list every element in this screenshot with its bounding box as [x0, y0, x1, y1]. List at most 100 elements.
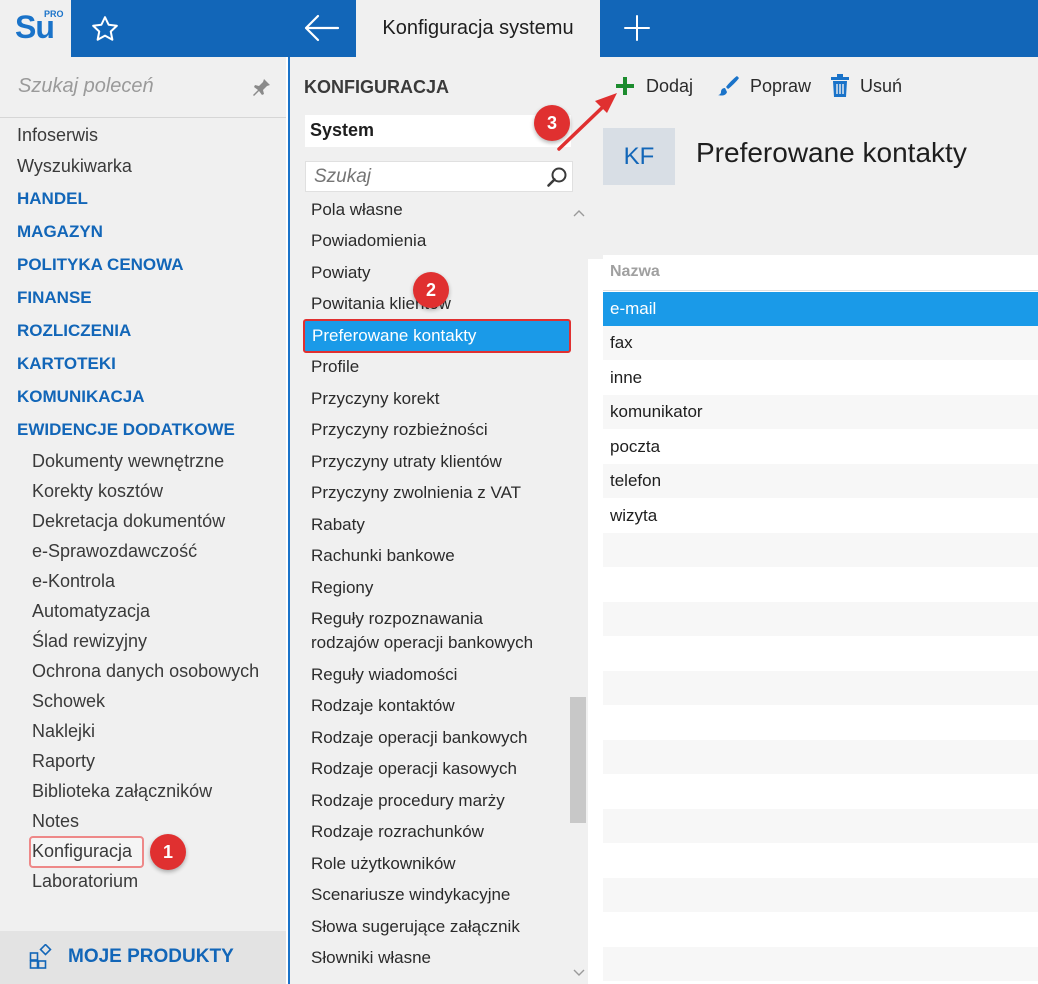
products-grid-icon: [29, 943, 55, 970]
config-item[interactable]: Rodzaje procedury marży: [311, 791, 505, 811]
config-item[interactable]: Słowa sugerujące załącznik: [311, 917, 520, 937]
sidebar-category-finanse[interactable]: FINANSE: [17, 288, 92, 308]
new-tab-plus-icon[interactable]: [621, 12, 653, 44]
sidebar-item-dekretacja-dokumentow[interactable]: Dekretacja dokumentów: [32, 511, 225, 532]
sidebar-item-e-kontrola[interactable]: e-Kontrola: [32, 571, 115, 592]
app-logo[interactable]: Su PRO: [0, 0, 71, 57]
config-item[interactable]: Scenariusze windykacyjne: [311, 885, 510, 905]
empty-row: [603, 740, 1038, 774]
search-icon[interactable]: [546, 166, 568, 188]
config-item[interactable]: Role użytkowników: [311, 854, 456, 874]
empty-row: [603, 878, 1038, 912]
table-row[interactable]: komunikator: [603, 395, 1038, 429]
sidebar-item-ochrona-danych[interactable]: Ochrona danych osobowych: [32, 661, 259, 682]
config-item[interactable]: Rabaty: [311, 515, 365, 535]
empty-row: [603, 844, 1038, 878]
sidebar-item-biblioteka-zalacznikow[interactable]: Biblioteka załączników: [32, 781, 212, 802]
sidebar-divider: [0, 117, 286, 118]
config-item[interactable]: Rodzaje operacji bankowych: [311, 728, 527, 748]
sidebar-item-konfiguracja[interactable]: Konfiguracja: [32, 841, 132, 862]
empty-row: [603, 706, 1038, 740]
scroll-up-icon[interactable]: [572, 207, 586, 219]
sidebar-category-rozliczenia[interactable]: ROZLICZENIA: [17, 321, 131, 341]
top-bar: Su PRO Konfiguracja systemu: [0, 0, 1038, 57]
table-row[interactable]: inne: [603, 361, 1038, 395]
table-row-selected[interactable]: e-mail: [603, 292, 1038, 326]
command-search-input[interactable]: Szukaj poleceń: [18, 75, 154, 98]
sidebar-category-magazyn[interactable]: MAGAZYN: [17, 222, 103, 242]
config-item[interactable]: Reguły wiadomości: [311, 665, 457, 685]
sidebar-item-e-sprawozdawczosc[interactable]: e-Sprawozdawczość: [32, 541, 197, 562]
empty-row: [603, 913, 1038, 947]
config-item[interactable]: Przyczyny korekt: [311, 389, 439, 409]
config-item-selected[interactable]: Preferowane kontakty: [303, 319, 571, 353]
sidebar-item-naklejki[interactable]: Naklejki: [32, 721, 95, 742]
config-item[interactable]: Reguły rozpoznawania: [311, 609, 483, 629]
cell-nazwa: wizyta: [610, 506, 658, 525]
config-group-value: System: [310, 120, 375, 140]
logo-sup: PRO: [44, 9, 64, 19]
config-item[interactable]: Powiaty: [311, 263, 371, 283]
tab-konfiguracja-systemu[interactable]: Konfiguracja systemu: [356, 0, 600, 57]
config-item-continued[interactable]: rodzajów operacji bankowych: [311, 633, 533, 653]
sidebar-category-handel[interactable]: HANDEL: [17, 189, 88, 209]
brush-icon: [718, 76, 739, 96]
cell-nazwa: komunikator: [610, 402, 703, 421]
sidebar-item-schowek[interactable]: Schowek: [32, 691, 105, 712]
column-header-label: Nazwa: [610, 263, 660, 280]
sidebar-item-wyszukiwarka[interactable]: Wyszukiwarka: [17, 156, 132, 177]
back-arrow-icon[interactable]: [302, 12, 340, 44]
config-item[interactable]: Rodzaje kontaktów: [311, 696, 455, 716]
config-item[interactable]: Rodzaje operacji kasowych: [311, 759, 517, 779]
sidebar-category-polityka-cenowa[interactable]: POLITYKA CENOWA: [17, 255, 184, 275]
sidebar-item-korekty-kosztow[interactable]: Korekty kosztów: [32, 481, 163, 502]
list-scrollbar-thumb[interactable]: [570, 697, 586, 823]
config-item[interactable]: Przyczyny rozbieżności: [311, 420, 488, 440]
add-button[interactable]: Dodaj: [614, 73, 693, 99]
config-item[interactable]: Regiony: [311, 578, 373, 598]
config-item[interactable]: Powiadomienia: [311, 231, 426, 251]
config-item[interactable]: Przyczyny zwolnienia z VAT: [311, 483, 521, 503]
empty-row: [603, 637, 1038, 671]
cell-nazwa: inne: [610, 368, 643, 387]
sidebar-item-slad-rewizyjny[interactable]: Ślad rewizyjny: [32, 631, 147, 652]
empty-row: [603, 775, 1038, 809]
config-item[interactable]: Pola własne: [311, 200, 403, 220]
edit-button-label: Popraw: [750, 75, 812, 96]
config-item-selected-label: Preferowane kontakty: [312, 326, 477, 345]
scroll-down-icon[interactable]: [572, 967, 586, 979]
sidebar-category-komunikacja[interactable]: KOMUNIKACJA: [17, 387, 145, 407]
pin-icon[interactable]: [252, 77, 272, 97]
sidebar-category-kartoteki[interactable]: KARTOTEKI: [17, 354, 116, 374]
add-button-label: Dodaj: [646, 75, 694, 96]
sidebar-item-raporty[interactable]: Raporty: [32, 751, 95, 772]
config-item[interactable]: Rodzaje rozrachunków: [311, 822, 484, 842]
sidebar-item-dokumenty-wewnetrzne[interactable]: Dokumenty wewnętrzne: [32, 451, 224, 472]
sidebar-category-ewidencje-dodatkowe[interactable]: EWIDENCJE DODATKOWE: [17, 420, 235, 440]
config-item[interactable]: Profile: [311, 357, 359, 377]
edit-button[interactable]: Popraw: [716, 73, 811, 99]
table-row[interactable]: fax: [603, 326, 1038, 360]
annotation-arrow-icon: [557, 93, 617, 151]
delete-button[interactable]: Usuń: [830, 73, 902, 99]
empty-row: [603, 809, 1038, 843]
config-item[interactable]: Rachunki bankowe: [311, 546, 455, 566]
cell-nazwa: poczta: [610, 437, 661, 456]
config-group-select[interactable]: System: [305, 115, 571, 147]
page-title: Preferowane kontakty: [696, 137, 967, 168]
table-row[interactable]: poczta: [603, 430, 1038, 464]
config-item[interactable]: Słowniki własne: [311, 948, 431, 968]
table-row[interactable]: wizyta: [603, 499, 1038, 533]
moje-produkty-button[interactable]: MOJE PRODUKTY: [0, 931, 286, 984]
sidebar-item-laboratorium[interactable]: Laboratorium: [32, 871, 138, 892]
sidebar-item-notes[interactable]: Notes: [32, 811, 79, 832]
config-item[interactable]: Przyczyny utraty klientów: [311, 452, 502, 472]
config-search-input[interactable]: [306, 162, 536, 191]
config-search-box[interactable]: [305, 161, 573, 192]
table-row[interactable]: telefon: [603, 464, 1038, 498]
column-header-nazwa[interactable]: Nazwa: [603, 255, 1038, 291]
toolbar: Dodaj Popraw Usuń: [588, 57, 1038, 113]
sidebar-item-infoserwis[interactable]: Infoserwis: [17, 125, 98, 146]
favorites-star-icon[interactable]: [90, 14, 120, 44]
sidebar-item-automatyzacja[interactable]: Automatyzacja: [32, 601, 150, 622]
